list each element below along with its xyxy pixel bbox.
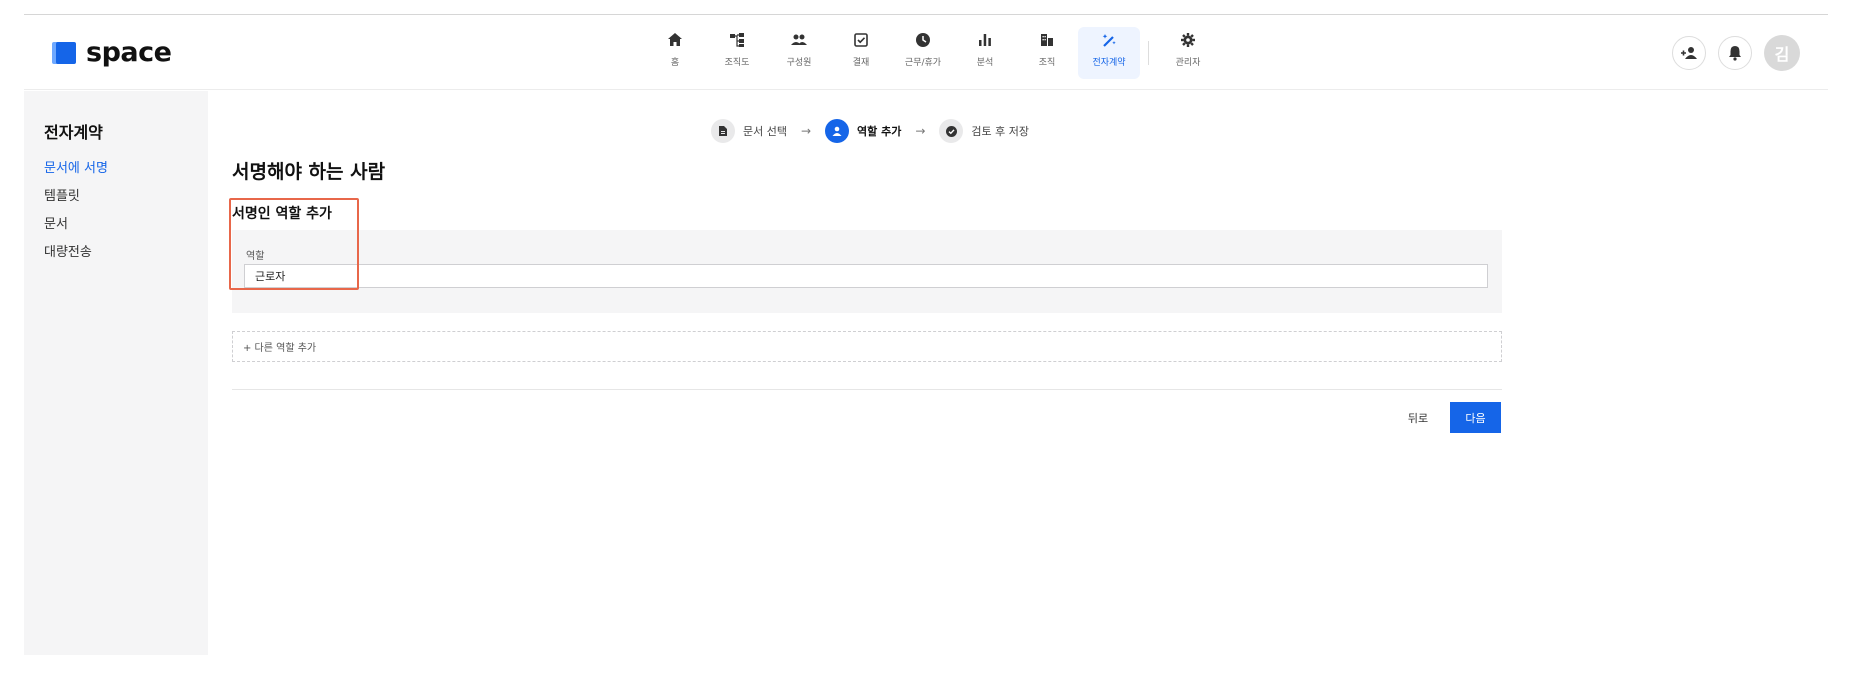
- approval-icon: [854, 33, 868, 47]
- nav-item-label: 조직: [1038, 58, 1056, 68]
- nav-item-label: 관리자: [1175, 58, 1201, 68]
- page-title: 서명해야 하는 사람: [232, 161, 386, 183]
- clock-icon: [916, 33, 930, 47]
- main-nav: 홈 조직도 구성원 결재 근무/휴가 분석 조직 전자계약 관리자: [644, 27, 1219, 79]
- magic-wand-icon: [1102, 34, 1116, 47]
- avatar[interactable]: 김: [1764, 35, 1800, 71]
- top-header: space 홈 조직도 구성원 결재 근무/휴가 분석 조직 전자계약 관리자 …: [24, 15, 1828, 90]
- nav-item-work-leave[interactable]: 근무/휴가: [892, 27, 954, 79]
- role-input[interactable]: 근로자: [244, 264, 1488, 288]
- person-add-icon: [1681, 47, 1697, 59]
- sidebar: 전자계약 문서에 서명 템플릿 문서 대량전송: [24, 91, 208, 655]
- nav-divider: [1148, 41, 1149, 65]
- home-icon: [668, 33, 682, 46]
- sidebar-title: 전자계약: [44, 123, 103, 142]
- sidebar-item-bulk-send[interactable]: 대량전송: [44, 239, 208, 267]
- nav-item-approval[interactable]: 결재: [830, 27, 892, 79]
- org-chart-icon: [730, 33, 744, 47]
- check-circle-icon: [945, 125, 957, 137]
- logo[interactable]: space: [52, 37, 172, 68]
- arrow-right-icon: →: [800, 124, 812, 138]
- nav-item-label: 결재: [852, 58, 870, 68]
- nav-item-label: 근무/휴가: [904, 58, 942, 68]
- header-actions: 김: [1672, 35, 1800, 71]
- gear-icon: [1181, 33, 1195, 47]
- nav-item-org-chart[interactable]: 조직도: [706, 27, 768, 79]
- nav-item-label: 구성원: [786, 58, 812, 68]
- sidebar-item-documents[interactable]: 문서: [44, 211, 208, 239]
- logo-text: space: [86, 37, 172, 68]
- nav-item-label: 전자계약: [1092, 58, 1126, 68]
- notification-button[interactable]: [1718, 36, 1752, 70]
- bar-chart-icon: [979, 34, 991, 46]
- role-field-label: 역할: [246, 251, 265, 262]
- next-button[interactable]: 다음: [1450, 402, 1501, 433]
- nav-item-label: 홈: [670, 58, 680, 68]
- document-icon: [719, 126, 727, 136]
- person-icon: [832, 126, 842, 136]
- arrow-right-icon: →: [915, 124, 926, 138]
- step-label: 검토 후 저장: [971, 125, 1030, 138]
- bell-icon: [1729, 46, 1741, 61]
- sidebar-item-sign-document[interactable]: 문서에 서명: [44, 155, 208, 183]
- sidebar-item-templates[interactable]: 템플릿: [44, 183, 208, 211]
- nav-item-label: 분석: [976, 58, 994, 68]
- add-role-button[interactable]: + 다른 역할 추가: [232, 331, 1502, 362]
- main-content: 문서 선택 → 역할 추가 → 검토 후 저장 서명해야 하는 사람 서명인 역…: [208, 91, 1828, 655]
- step-add-role: 역할 추가: [825, 119, 901, 143]
- step-select-document: 문서 선택: [711, 119, 787, 143]
- nav-item-analytics[interactable]: 분석: [954, 27, 1016, 79]
- nav-item-organization[interactable]: 조직: [1016, 27, 1078, 79]
- building-icon: [1041, 34, 1053, 46]
- nav-item-home[interactable]: 홈: [644, 27, 706, 79]
- nav-item-e-contract[interactable]: 전자계약: [1078, 27, 1140, 79]
- step-label: 역할 추가: [857, 125, 902, 138]
- nav-item-label: 조직도: [724, 58, 750, 68]
- logo-mark-icon: [52, 41, 76, 64]
- role-panel: 역할 근로자: [232, 230, 1502, 313]
- nav-item-admin[interactable]: 관리자: [1157, 27, 1219, 79]
- members-icon: [791, 34, 807, 45]
- step-review-save: 검토 후 저장: [939, 119, 1029, 143]
- divider: [232, 389, 1502, 390]
- section-title: 서명인 역할 추가: [232, 206, 332, 222]
- step-label: 문서 선택: [743, 125, 787, 138]
- back-button[interactable]: 뒤로: [1398, 404, 1438, 432]
- add-member-button[interactable]: [1672, 36, 1706, 70]
- nav-item-members[interactable]: 구성원: [768, 27, 830, 79]
- app-window: space 홈 조직도 구성원 결재 근무/휴가 분석 조직 전자계약 관리자 …: [24, 14, 1828, 655]
- stepper: 문서 선택 → 역할 추가 → 검토 후 저장: [711, 119, 1029, 143]
